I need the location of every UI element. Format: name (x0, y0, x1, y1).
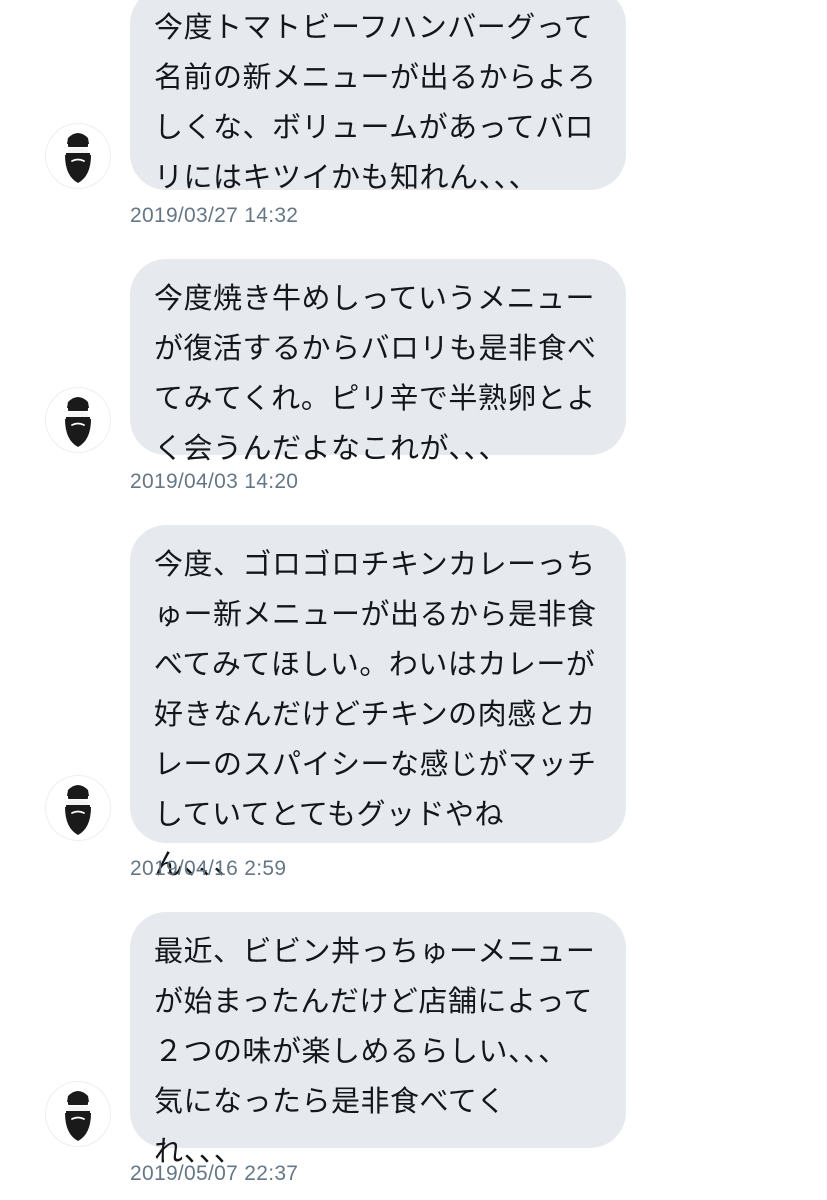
message-bubble[interactable]: 最近、ビビン丼っちゅーメニュー が始まったんだけど店舗によって ２つの味が楽しめ… (130, 912, 626, 1168)
message-timestamp: 2019/04/16 2:59 (130, 857, 287, 880)
message-text-line: 気になったら是非食べてく (154, 1084, 506, 1118)
message-text-line: 今度、ゴロゴロチキンカレーっち (154, 547, 596, 581)
avatar[interactable] (46, 1082, 110, 1146)
message-timestamp: 2019/04/03 14:20 (130, 470, 299, 493)
message-bubble[interactable]: 今度トマトビーフハンバーグって 名前の新メニューが出るからよろ しくな、ボリュー… (130, 0, 626, 194)
avatar[interactable] (46, 776, 110, 840)
message-text-line: 最近、ビビン丼っちゅーメニュー (154, 934, 596, 968)
message-text-line: リにはキツイかも知れん、、、 (154, 160, 539, 194)
message-timestamp: 2019/05/07 22:37 (130, 1162, 299, 1185)
message-text-line: しくな、ボリュームがあってバロ (154, 110, 595, 144)
bearded-man-icon (65, 133, 91, 183)
message-text-line: ゅー新メニューが出るから是非食 (154, 597, 597, 631)
message-bubble[interactable]: 今度、ゴロゴロチキンカレーっち ゅー新メニューが出るから是非食 べてみてほしい。… (130, 525, 626, 881)
message-text-line: てみてくれ。ピリ辛で半熟卵とよ (154, 381, 596, 415)
message-text-line: 今度トマトビーフハンバーグって (154, 10, 594, 44)
message-text-line: 名前の新メニューが出るからよろ (154, 60, 597, 94)
message-bubble[interactable]: 今度焼き牛めしっていうメニュー が復活するからバロリも是非食べ てみてくれ。ピリ… (130, 259, 626, 465)
message-text-line: く会うんだよなこれが、、、 (154, 431, 508, 465)
message-text-line: レーのスパイシーな感じがマッチ (154, 747, 597, 781)
message-text-line: 今度焼き牛めしっていうメニュー (154, 281, 596, 315)
avatar[interactable] (46, 124, 110, 188)
message-text-line: が復活するからバロリも是非食べ (154, 331, 597, 365)
message-text-line: べてみてほしい。わいはカレーが (154, 647, 596, 681)
message-text-line: が始まったんだけど店舗によって (154, 984, 594, 1018)
bearded-man-icon (65, 397, 91, 447)
message-timestamp: 2019/03/27 14:32 (130, 204, 299, 227)
bearded-man-icon (65, 1091, 91, 1141)
message-text-line: していてとてもグッドやね (154, 797, 504, 831)
message-text-line: ２つの味が楽しめるらしい、、、 (154, 1034, 568, 1068)
avatar[interactable] (46, 388, 110, 452)
bearded-man-icon (65, 785, 91, 835)
message-text-line: 好きなんだけどチキンの肉感とカ (154, 697, 596, 731)
